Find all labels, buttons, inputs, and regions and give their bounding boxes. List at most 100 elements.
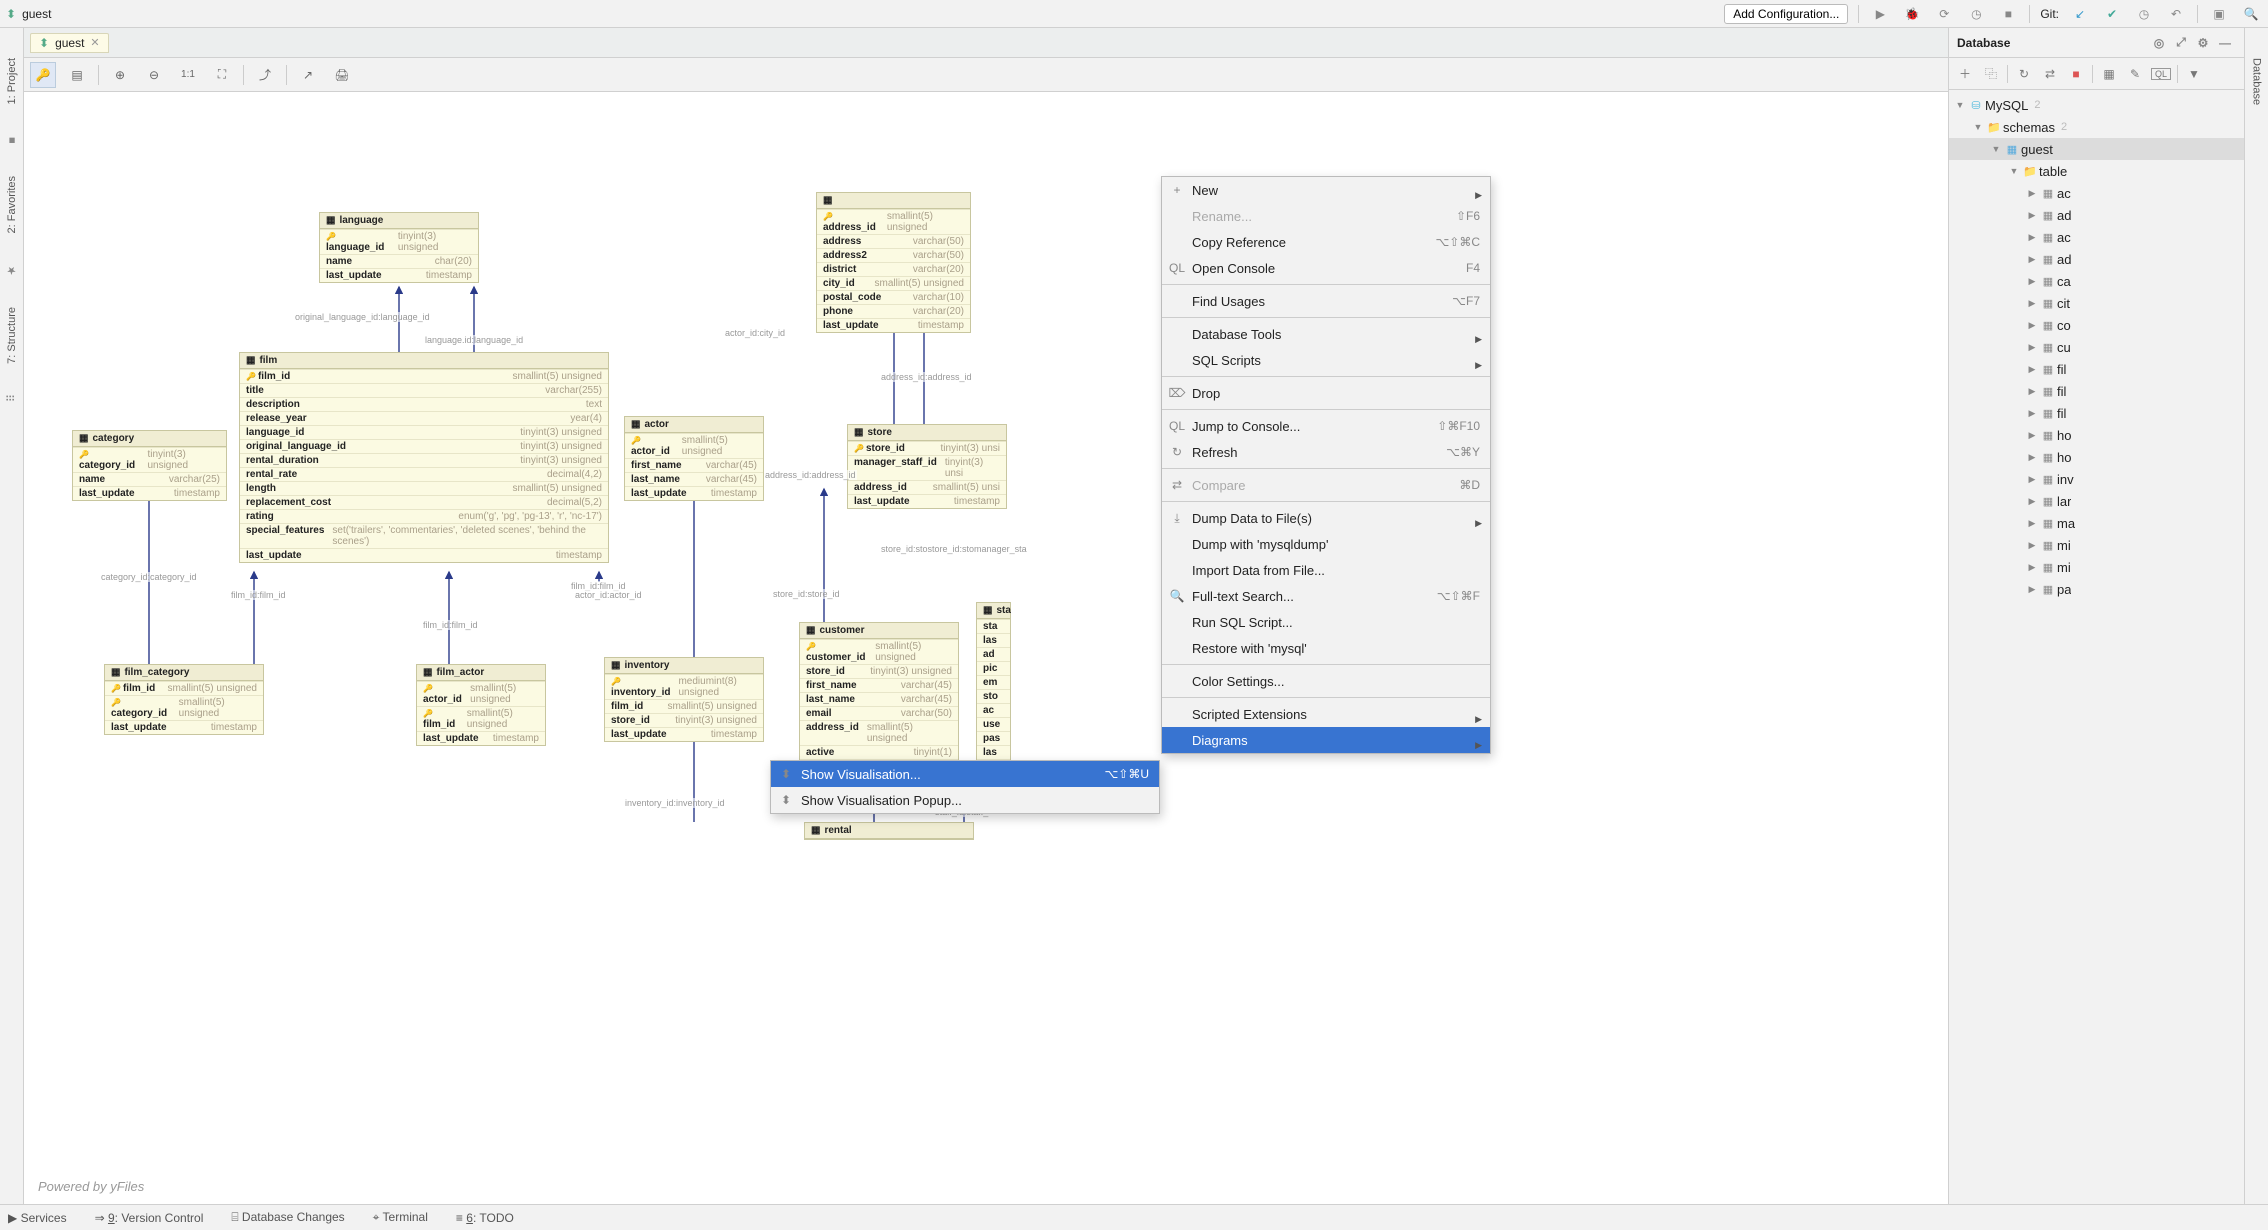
git-revert-icon[interactable]: ↶ <box>2165 3 2187 25</box>
entity-film[interactable]: ▦filmfilm_idsmallint(5) unsignedtitlevar… <box>239 352 609 563</box>
tree-table[interactable]: ▶▦ma <box>1949 512 2244 534</box>
console-ql-icon[interactable]: QL <box>2151 68 2171 80</box>
ctx-restore-with-mysql-[interactable]: Restore with 'mysql' <box>1162 635 1490 661</box>
entity-film_actor[interactable]: ▦film_actoractor_idsmallint(5) unsignedf… <box>416 664 546 746</box>
zoom-out-icon[interactable]: ⊖ <box>141 62 167 88</box>
tree-mysql[interactable]: ▼⛁MySQL2 <box>1949 94 2244 116</box>
coverage-icon[interactable]: ⟳ <box>1933 3 1955 25</box>
tree-table[interactable]: ▶▦fil <box>1949 358 2244 380</box>
ctx-rename-[interactable]: Rename...⇧F6 <box>1162 203 1490 229</box>
table-view-icon[interactable]: ▦ <box>2099 67 2119 81</box>
expand-icon[interactable]: ⤢ <box>2170 35 2192 50</box>
tab-terminal[interactable]: ⌖ Terminal <box>373 1210 428 1225</box>
diagram-canvas[interactable]: Powered by yFiles ▦languagelanguage_idti… <box>24 92 1948 1204</box>
filter-icon[interactable]: ▼ <box>2184 67 2204 81</box>
ctx-open-console[interactable]: QLOpen ConsoleF4 <box>1162 255 1490 281</box>
ctx-import-data-from-file-[interactable]: Import Data from File... <box>1162 557 1490 583</box>
entity-category[interactable]: ▦categorycategory_idtinyint(3) unsignedn… <box>72 430 227 501</box>
ide-scratch-icon[interactable]: ▣ <box>2208 3 2230 25</box>
ctx-full-text-search-[interactable]: 🔍Full-text Search...⌥⇧⌘F <box>1162 583 1490 609</box>
ctx-dump-with-mysqldump-[interactable]: Dump with 'mysqldump' <box>1162 531 1490 557</box>
ctx-copy-reference[interactable]: Copy Reference⌥⇧⌘C <box>1162 229 1490 255</box>
git-commit-icon[interactable]: ✔ <box>2101 3 2123 25</box>
tree-table[interactable]: ▶▦inv <box>1949 468 2244 490</box>
print-icon[interactable]: 🖨 <box>329 62 355 88</box>
entity-film_category[interactable]: ▦film_categoryfilm_idsmallint(5) unsigne… <box>104 664 264 735</box>
stop-sync-icon[interactable]: ■ <box>2066 67 2086 81</box>
ctx-scripted-extensions[interactable]: Scripted Extensions <box>1162 701 1490 727</box>
tab-vcs[interactable]: ⇒ 9: Version Control <box>95 1211 204 1225</box>
tree-schemas[interactable]: ▼📁schemas2 <box>1949 116 2244 138</box>
zoom-reset-icon[interactable]: 1:1 <box>175 62 201 88</box>
search-icon[interactable]: 🔍 <box>2240 3 2262 25</box>
ctx-new[interactable]: +New <box>1162 177 1490 203</box>
all-columns-icon[interactable]: ▤ <box>64 62 90 88</box>
tree-table[interactable]: ▶▦pa <box>1949 578 2244 600</box>
tab-structure[interactable]: 7: Structure <box>6 307 18 364</box>
ctx-find-usages[interactable]: Find Usages⌥F7 <box>1162 288 1490 314</box>
ctx-sub-show-visualisation-popup-[interactable]: ⬍Show Visualisation Popup... <box>771 787 1159 813</box>
tree-table[interactable]: ▶▦lar <box>1949 490 2244 512</box>
context-menu[interactable]: +NewRename...⇧F6Copy Reference⌥⇧⌘CQLOpen… <box>1161 176 1491 754</box>
profile-icon[interactable]: ◷ <box>1965 3 1987 25</box>
entity-rental[interactable]: ▦rental <box>804 822 974 840</box>
tree-table[interactable]: ▶▦cit <box>1949 292 2244 314</box>
tree-table[interactable]: ▶▦cu <box>1949 336 2244 358</box>
tree-table[interactable]: ▶▦ad <box>1949 248 2244 270</box>
ctx-run-sql-script-[interactable]: Run SQL Script... <box>1162 609 1490 635</box>
git-pull-icon[interactable]: ↙ <box>2069 3 2091 25</box>
gear-icon[interactable]: ⚙ <box>2192 36 2214 50</box>
fit-content-icon[interactable]: ⛶ <box>209 62 235 88</box>
close-icon[interactable]: ✕ <box>90 36 99 49</box>
entity-language[interactable]: ▦languagelanguage_idtinyint(3) unsignedn… <box>319 212 479 283</box>
tree-tables[interactable]: ▼📁table <box>1949 160 2244 182</box>
ctx-refresh[interactable]: ↻Refresh⌥⌘Y <box>1162 439 1490 465</box>
tab-todo[interactable]: ≡ 6: TODO <box>456 1211 514 1225</box>
tree-table[interactable]: ▶▦ad <box>1949 204 2244 226</box>
zoom-in-icon[interactable]: ⊕ <box>107 62 133 88</box>
sync-icon[interactable]: ⇄ <box>2040 67 2060 81</box>
context-submenu-diagrams[interactable]: ⬍Show Visualisation...⌥⇧⌘U⬍Show Visualis… <box>770 760 1160 814</box>
tab-db-changes[interactable]: ⌸ Database Changes <box>231 1210 344 1225</box>
add-icon[interactable]: ＋ <box>1955 65 1975 82</box>
ctx-color-settings-[interactable]: Color Settings... <box>1162 668 1490 694</box>
entity-store[interactable]: ▦storestore_idtinyint(3) unsimanager_sta… <box>847 424 1007 509</box>
ctx-diagrams[interactable]: Diagrams <box>1162 727 1490 753</box>
tree-table[interactable]: ▶▦ho <box>1949 446 2244 468</box>
edit-icon[interactable]: ✎ <box>2125 67 2145 81</box>
tree-table[interactable]: ▶▦fil <box>1949 402 2244 424</box>
ctx-compare[interactable]: ⇄Compare⌘D <box>1162 472 1490 498</box>
tree-table[interactable]: ▶▦co <box>1949 314 2244 336</box>
duplicate-icon[interactable]: ⿻ <box>1981 65 2001 82</box>
run-icon[interactable]: ▶ <box>1869 3 1891 25</box>
layout-icon[interactable]: ⤴ <box>252 62 278 88</box>
tree-table[interactable]: ▶▦ac <box>1949 226 2244 248</box>
tree-guest[interactable]: ▼▦guest <box>1949 138 2244 160</box>
tree-table[interactable]: ▶▦ac <box>1949 182 2244 204</box>
tab-project[interactable]: 1: Project <box>6 58 18 104</box>
export-icon[interactable]: ↗ <box>295 62 321 88</box>
entity-staff[interactable]: ▦stastalasadpicemstoacusepaslaspas <box>976 602 1011 774</box>
add-configuration-button[interactable]: Add Configuration... <box>1724 4 1848 24</box>
debug-icon[interactable]: 🐞 <box>1901 3 1923 25</box>
hide-icon[interactable]: — <box>2214 36 2236 50</box>
tree-table[interactable]: ▶▦mi <box>1949 534 2244 556</box>
ctx-database-tools[interactable]: Database Tools <box>1162 321 1490 347</box>
target-icon[interactable]: ◎ <box>2148 36 2170 50</box>
entity-actor[interactable]: ▦actoractor_idsmallint(5) unsignedfirst_… <box>624 416 764 501</box>
stop-icon[interactable]: ■ <box>1997 3 2019 25</box>
editor-tab-guest[interactable]: ⬍ guest ✕ <box>30 33 109 53</box>
tab-favorites[interactable]: 2: Favorites <box>6 176 18 233</box>
tree-table[interactable]: ▶▦mi <box>1949 556 2244 578</box>
tree-table[interactable]: ▶▦ca <box>1949 270 2244 292</box>
tree-table[interactable]: ▶▦ho <box>1949 424 2244 446</box>
ctx-sub-show-visualisation-[interactable]: ⬍Show Visualisation...⌥⇧⌘U <box>771 761 1159 787</box>
tree-table[interactable]: ▶▦fil <box>1949 380 2244 402</box>
database-tree[interactable]: ▼⛁MySQL2▼📁schemas2▼▦guest▼📁table▶▦ac▶▦ad… <box>1949 90 2244 1204</box>
entity-address[interactable]: ▦address_idsmallint(5) unsignedaddressva… <box>816 192 971 333</box>
entity-inventory[interactable]: ▦inventoryinventory_idmediumint(8) unsig… <box>604 657 764 742</box>
git-history-icon[interactable]: ◷ <box>2133 3 2155 25</box>
tab-services[interactable]: ▶ Services <box>8 1211 67 1225</box>
tab-database[interactable]: Database <box>2251 58 2263 105</box>
refresh-icon[interactable]: ↻ <box>2014 67 2034 81</box>
